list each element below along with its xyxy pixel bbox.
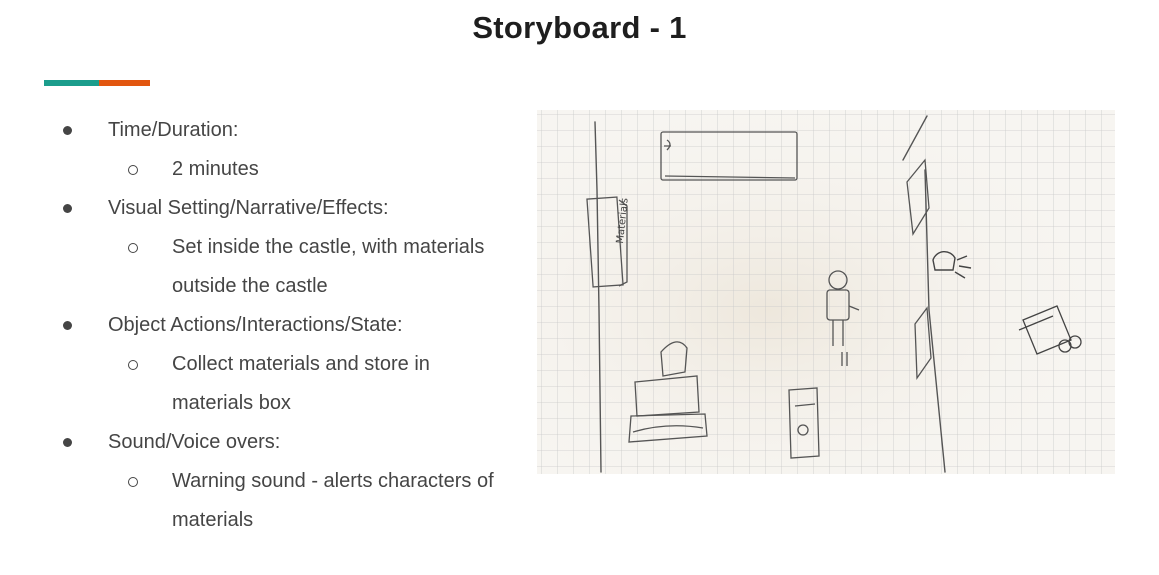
list-item: Set inside the castle, with materials — [0, 228, 530, 267]
bullet-dot-icon — [63, 126, 72, 135]
list-item: Warning sound - alerts characters of — [0, 462, 530, 501]
bullet-text: Set inside the castle, with materials — [172, 236, 485, 258]
list-item: materials — [0, 501, 530, 540]
list-item: Sound/Voice overs: — [0, 423, 530, 462]
bullet-text: Warning sound - alerts characters of — [172, 470, 494, 492]
list-item: Collect materials and store in — [0, 345, 530, 384]
list-item: Object Actions/Interactions/State: — [0, 306, 530, 345]
bullet-dot-icon — [63, 438, 72, 447]
bullet-text: outside the castle — [172, 275, 328, 297]
list-item: materials box — [0, 384, 530, 423]
list-item: Time/Duration: — [0, 111, 530, 150]
bullet-text: 2 minutes — [172, 158, 259, 180]
bullet-text: materials box — [172, 392, 291, 414]
bullet-dot-icon — [63, 204, 72, 213]
list-item: 2 minutes — [0, 150, 530, 189]
bullet-dot-icon — [63, 321, 72, 330]
bullet-circle-icon — [128, 165, 138, 175]
accent-bar-teal — [44, 80, 99, 86]
list-item: Visual Setting/Narrative/Effects: — [0, 189, 530, 228]
bullet-circle-icon — [128, 360, 138, 370]
storyboard-sketch: Materials — [537, 110, 1115, 474]
bullet-text: Visual Setting/Narrative/Effects: — [108, 197, 389, 219]
bullet-text: Object Actions/Interactions/State: — [108, 314, 403, 336]
bullet-circle-icon — [128, 477, 138, 487]
bullet-text: Time/Duration: — [108, 119, 239, 141]
list-item: outside the castle — [0, 267, 530, 306]
bullet-text: Sound/Voice overs: — [108, 431, 281, 453]
bullet-text: materials — [172, 509, 254, 531]
bullet-text: Collect materials and store in — [172, 353, 430, 375]
bullet-list: Time/Duration: 2 minutes Visual Setting/… — [0, 111, 530, 540]
bullet-circle-icon — [128, 243, 138, 253]
page-title: Storyboard - 1 — [472, 10, 687, 45]
accent-bar-orange — [99, 80, 150, 86]
